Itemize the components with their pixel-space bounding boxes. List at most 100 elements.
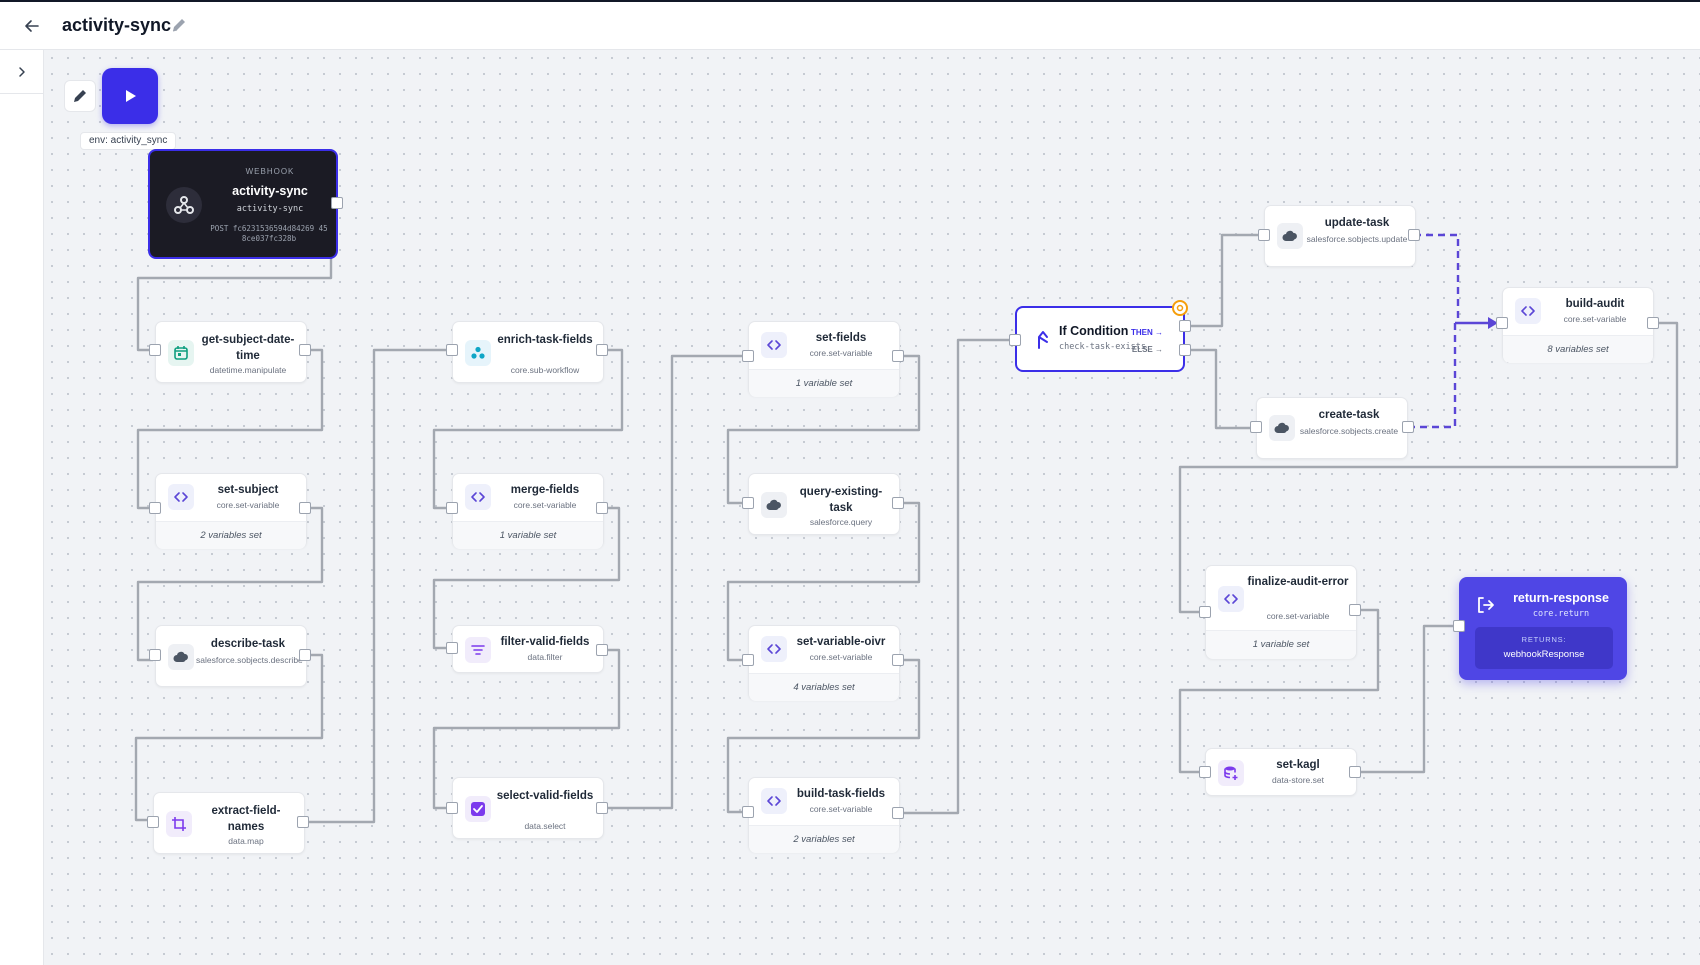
output-port[interactable] xyxy=(1402,421,1414,433)
output-port[interactable] xyxy=(299,649,311,661)
filter-icon xyxy=(465,637,491,663)
node-set-fields[interactable]: set-fields core.set-variable 1 variable … xyxy=(748,321,900,397)
node-build-audit[interactable]: build-audit core.set-variable 8 variable… xyxy=(1502,287,1654,363)
then-branch-label: THEN → xyxy=(1131,328,1163,337)
output-port[interactable] xyxy=(892,350,904,362)
sub-workflow-icon xyxy=(465,340,491,366)
node-type: salesforce.sobjects.describe xyxy=(196,655,303,665)
returns-box: RETURNS: webhookResponse xyxy=(1475,627,1613,669)
output-port[interactable] xyxy=(596,502,608,514)
input-port[interactable] xyxy=(742,497,754,509)
node-name: set-fields xyxy=(815,332,867,344)
database-plus-icon xyxy=(1218,760,1244,786)
cloud-icon xyxy=(761,492,787,518)
node-name: return-response xyxy=(1513,591,1609,605)
node-name: merge-fields xyxy=(510,484,580,496)
output-port[interactable] xyxy=(596,802,608,814)
output-port[interactable] xyxy=(297,816,309,828)
node-set-variable-oivr[interactable]: set-variable-oivr core.set-variable 4 va… xyxy=(748,625,900,701)
back-arrow-icon[interactable] xyxy=(20,14,44,38)
pencil-icon[interactable] xyxy=(170,16,190,36)
returns-value: webhookResponse xyxy=(1503,649,1585,660)
input-port[interactable] xyxy=(742,654,754,666)
node-name: enrich-task-fields xyxy=(497,334,593,346)
output-port[interactable] xyxy=(1647,317,1659,329)
node-update-task[interactable]: update-task salesforce.sobjects.update xyxy=(1264,205,1416,267)
return-response-node[interactable]: return-response core.return RETURNS: web… xyxy=(1459,577,1627,680)
edit-canvas-button[interactable] xyxy=(64,80,96,112)
node-type: core.set-variable xyxy=(1266,611,1330,621)
output-port[interactable] xyxy=(1349,766,1361,778)
input-port[interactable] xyxy=(1496,317,1508,329)
cloud-icon xyxy=(168,644,194,670)
input-port[interactable] xyxy=(1258,229,1270,241)
node-name: set-kagl xyxy=(1276,759,1320,771)
input-port[interactable] xyxy=(446,502,458,514)
node-extract-field-names[interactable]: extract-field-names data.map xyxy=(153,792,305,854)
webhook-trigger-node[interactable]: WEBHOOK activity-sync activity-sync POST… xyxy=(148,149,338,259)
input-port[interactable] xyxy=(742,350,754,362)
output-port[interactable] xyxy=(331,197,343,209)
output-port[interactable] xyxy=(892,807,904,819)
node-type: data.select xyxy=(524,821,566,831)
input-port[interactable] xyxy=(147,816,159,828)
node-name: create-task xyxy=(1318,409,1380,421)
node-query-existing-task[interactable]: query-existing-task salesforce.query xyxy=(748,473,900,535)
input-port[interactable] xyxy=(446,802,458,814)
node-name: set-subject xyxy=(217,484,279,496)
node-get-subject-date-time[interactable]: get-subject-date-time datetime.manipulat… xyxy=(155,321,307,383)
input-port[interactable] xyxy=(149,502,161,514)
input-port[interactable] xyxy=(1199,766,1211,778)
node-type: core.sub-workflow xyxy=(510,365,580,375)
else-output-port[interactable] xyxy=(1179,344,1191,356)
input-port[interactable] xyxy=(446,344,458,356)
node-code: core.return xyxy=(1532,609,1590,619)
else-branch-label: ELSE → xyxy=(1131,345,1163,354)
input-port[interactable] xyxy=(1453,620,1465,632)
node-name: If Condition xyxy=(1059,324,1129,338)
node-build-task-fields[interactable]: build-task-fields core.set-variable 2 va… xyxy=(748,777,900,853)
node-type: salesforce.sobjects.create xyxy=(1299,426,1399,436)
input-port[interactable] xyxy=(1009,334,1021,346)
output-port[interactable] xyxy=(596,344,608,356)
node-describe-task[interactable]: describe-task salesforce.sobjects.descri… xyxy=(155,625,307,687)
node-create-task[interactable]: create-task salesforce.sobjects.create xyxy=(1256,397,1408,459)
output-port[interactable] xyxy=(892,497,904,509)
node-select-valid-fields[interactable]: select-valid-fields data.select xyxy=(452,777,604,839)
node-name: select-valid-fields xyxy=(496,790,594,802)
input-port[interactable] xyxy=(446,642,458,654)
node-enrich-task-fields[interactable]: enrich-task-fields core.sub-workflow xyxy=(452,321,604,383)
node-name: filter-valid-fields xyxy=(500,636,590,648)
input-port[interactable] xyxy=(742,806,754,818)
output-port[interactable] xyxy=(596,644,608,656)
chevron-right-icon[interactable] xyxy=(10,60,34,84)
output-port[interactable] xyxy=(892,654,904,666)
run-workflow-button[interactable] xyxy=(102,68,158,124)
node-merge-fields[interactable]: merge-fields core.set-variable 1 variabl… xyxy=(452,473,604,549)
node-set-subject[interactable]: set-subject core.set-variable 2 variable… xyxy=(155,473,307,549)
input-port[interactable] xyxy=(1199,606,1211,618)
output-port[interactable] xyxy=(1408,229,1420,241)
node-type: salesforce.sobjects.update xyxy=(1306,234,1408,244)
node-set-kagl[interactable]: set-kagl data-store.set xyxy=(1205,748,1357,796)
then-output-port[interactable] xyxy=(1179,320,1191,332)
node-finalize-audit-error[interactable]: finalize-audit-error core.set-variable 1… xyxy=(1205,565,1357,659)
input-port[interactable] xyxy=(149,344,161,356)
if-condition-node[interactable]: If Condition check-task-exists THEN → EL… xyxy=(1015,306,1185,372)
top-bar: activity-sync xyxy=(0,0,1700,50)
warning-gear-icon[interactable] xyxy=(1172,300,1188,316)
input-port[interactable] xyxy=(1250,421,1262,433)
node-filter-valid-fields[interactable]: filter-valid-fields data.filter xyxy=(452,625,604,673)
node-type: core.set-variable xyxy=(809,652,873,662)
node-summary: 1 variable set xyxy=(453,521,603,549)
node-type: core.set-variable xyxy=(1563,314,1627,324)
node-summary: 2 variables set xyxy=(749,825,899,853)
pencil-icon xyxy=(74,90,86,102)
output-port[interactable] xyxy=(299,502,311,514)
input-port[interactable] xyxy=(149,649,161,661)
node-name: build-task-fields xyxy=(796,788,886,800)
node-code: activity-sync xyxy=(236,204,304,214)
branch-icon xyxy=(1038,331,1048,349)
output-port[interactable] xyxy=(1349,604,1361,616)
output-port[interactable] xyxy=(299,344,311,356)
